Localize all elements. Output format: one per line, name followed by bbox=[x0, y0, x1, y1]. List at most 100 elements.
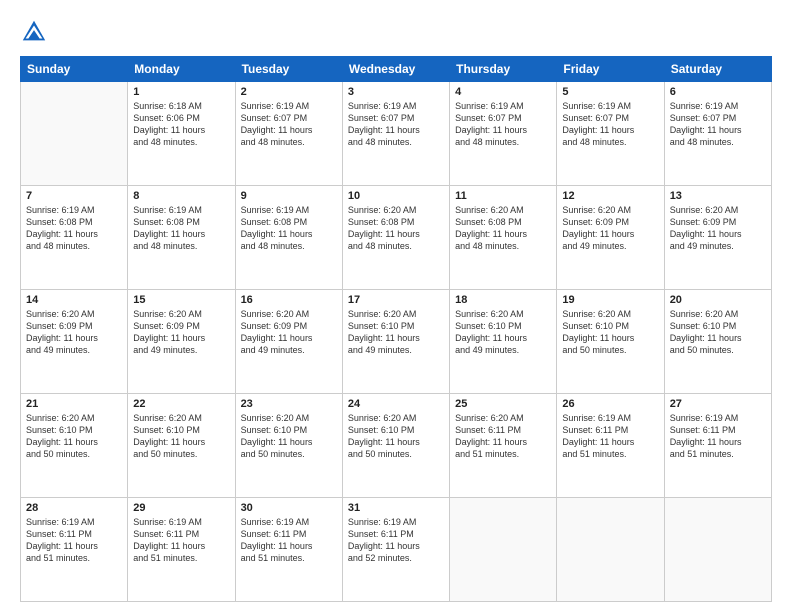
table-row: 26 Sunrise: 6:19 AMSunset: 6:11 PMDayligh… bbox=[557, 394, 664, 498]
col-wednesday: Wednesday bbox=[342, 57, 449, 82]
table-row: 5 Sunrise: 6:19 AMSunset: 6:07 PMDaylight… bbox=[557, 82, 664, 186]
day-info: Sunrise: 6:19 AMSunset: 6:08 PMDaylight:… bbox=[133, 204, 229, 253]
day-info: Sunrise: 6:20 AMSunset: 6:10 PMDaylight:… bbox=[348, 308, 444, 357]
table-row bbox=[450, 498, 557, 602]
day-info: Sunrise: 6:19 AMSunset: 6:08 PMDaylight:… bbox=[241, 204, 337, 253]
day-info: Sunrise: 6:20 AMSunset: 6:09 PMDaylight:… bbox=[26, 308, 122, 357]
day-number: 4 bbox=[455, 86, 551, 98]
day-number: 13 bbox=[670, 190, 766, 202]
day-number: 27 bbox=[670, 398, 766, 410]
day-number: 1 bbox=[133, 86, 229, 98]
table-row: 15 Sunrise: 6:20 AMSunset: 6:09 PMDayligh… bbox=[128, 290, 235, 394]
calendar-week-row: 28 Sunrise: 6:19 AMSunset: 6:11 PMDayligh… bbox=[21, 498, 772, 602]
table-row: 25 Sunrise: 6:20 AMSunset: 6:11 PMDayligh… bbox=[450, 394, 557, 498]
table-row: 14Sunrise: 6:20 AMSunset: 6:09 PMDayligh… bbox=[21, 290, 128, 394]
table-row: 31Sunrise: 6:19 AMSunset: 6:11 PMDayligh… bbox=[342, 498, 449, 602]
table-row: 10 Sunrise: 6:20 AMSunset: 6:08 PMDayligh… bbox=[342, 186, 449, 290]
day-number: 24 bbox=[348, 398, 444, 410]
table-row: 8 Sunrise: 6:19 AMSunset: 6:08 PMDaylight… bbox=[128, 186, 235, 290]
day-number: 8 bbox=[133, 190, 229, 202]
day-info: Sunrise: 6:19 AMSunset: 6:11 PMDaylight:… bbox=[133, 516, 229, 565]
table-row: 18Sunrise: 6:20 AMSunset: 6:10 PMDayligh… bbox=[450, 290, 557, 394]
table-row: 7 Sunrise: 6:19 AMSunset: 6:08 PMDaylight… bbox=[21, 186, 128, 290]
col-monday: Monday bbox=[128, 57, 235, 82]
day-info: Sunrise: 6:19 AMSunset: 6:07 PMDaylight:… bbox=[241, 100, 337, 149]
col-friday: Friday bbox=[557, 57, 664, 82]
col-thursday: Thursday bbox=[450, 57, 557, 82]
day-number: 30 bbox=[241, 502, 337, 514]
day-info: Sunrise: 6:20 AMSunset: 6:09 PMDaylight:… bbox=[133, 308, 229, 357]
table-row: 29 Sunrise: 6:19 AMSunset: 6:11 PMDayligh… bbox=[128, 498, 235, 602]
col-tuesday: Tuesday bbox=[235, 57, 342, 82]
table-row: 19Sunrise: 6:20 AMSunset: 6:10 PMDayligh… bbox=[557, 290, 664, 394]
table-row: 6Sunrise: 6:19 AMSunset: 6:07 PMDaylight… bbox=[664, 82, 771, 186]
day-info: Sunrise: 6:19 AMSunset: 6:07 PMDaylight:… bbox=[670, 100, 766, 149]
table-row: 17 Sunrise: 6:20 AMSunset: 6:10 PMDayligh… bbox=[342, 290, 449, 394]
table-row: 20Sunrise: 6:20 AMSunset: 6:10 PMDayligh… bbox=[664, 290, 771, 394]
table-row: 2 Sunrise: 6:19 AMSunset: 6:07 PMDaylight… bbox=[235, 82, 342, 186]
table-row: 11 Sunrise: 6:20 AMSunset: 6:08 PMDayligh… bbox=[450, 186, 557, 290]
calendar-header-row: Sunday Monday Tuesday Wednesday Thursday… bbox=[21, 57, 772, 82]
day-number: 9 bbox=[241, 190, 337, 202]
day-number: 29 bbox=[133, 502, 229, 514]
day-info: Sunrise: 6:20 AMSunset: 6:10 PMDaylight:… bbox=[455, 308, 551, 357]
table-row: 13 Sunrise: 6:20 AMSunset: 6:09 PMDayligh… bbox=[664, 186, 771, 290]
calendar-week-row: 7 Sunrise: 6:19 AMSunset: 6:08 PMDaylight… bbox=[21, 186, 772, 290]
day-number: 10 bbox=[348, 190, 444, 202]
day-number: 16 bbox=[241, 294, 337, 306]
table-row: 27 Sunrise: 6:19 AMSunset: 6:11 PMDayligh… bbox=[664, 394, 771, 498]
table-row: 12 Sunrise: 6:20 AMSunset: 6:09 PMDayligh… bbox=[557, 186, 664, 290]
day-info: Sunrise: 6:20 AMSunset: 6:10 PMDaylight:… bbox=[26, 412, 122, 461]
day-info: Sunrise: 6:19 AMSunset: 6:11 PMDaylight:… bbox=[348, 516, 444, 565]
day-info: Sunrise: 6:20 AMSunset: 6:09 PMDaylight:… bbox=[670, 204, 766, 253]
day-info: Sunrise: 6:19 AMSunset: 6:07 PMDaylight:… bbox=[455, 100, 551, 149]
table-row: 30Sunrise: 6:19 AMSunset: 6:11 PMDayligh… bbox=[235, 498, 342, 602]
logo-icon bbox=[20, 18, 48, 46]
calendar-week-row: 1 Sunrise: 6:18 AMSunset: 6:06 PMDaylight… bbox=[21, 82, 772, 186]
day-number: 12 bbox=[562, 190, 658, 202]
day-info: Sunrise: 6:19 AMSunset: 6:11 PMDaylight:… bbox=[670, 412, 766, 461]
table-row: 3Sunrise: 6:19 AMSunset: 6:07 PMDaylight… bbox=[342, 82, 449, 186]
table-row: 22 Sunrise: 6:20 AMSunset: 6:10 PMDayligh… bbox=[128, 394, 235, 498]
day-info: Sunrise: 6:19 AMSunset: 6:07 PMDaylight:… bbox=[562, 100, 658, 149]
day-number: 5 bbox=[562, 86, 658, 98]
day-info: Sunrise: 6:18 AMSunset: 6:06 PMDaylight:… bbox=[133, 100, 229, 149]
table-row: 9 Sunrise: 6:19 AMSunset: 6:08 PMDaylight… bbox=[235, 186, 342, 290]
day-number: 15 bbox=[133, 294, 229, 306]
table-row: 1 Sunrise: 6:18 AMSunset: 6:06 PMDaylight… bbox=[128, 82, 235, 186]
day-number: 25 bbox=[455, 398, 551, 410]
day-number: 11 bbox=[455, 190, 551, 202]
day-info: Sunrise: 6:20 AMSunset: 6:10 PMDaylight:… bbox=[348, 412, 444, 461]
day-info: Sunrise: 6:20 AMSunset: 6:11 PMDaylight:… bbox=[455, 412, 551, 461]
day-number: 26 bbox=[562, 398, 658, 410]
calendar-week-row: 14Sunrise: 6:20 AMSunset: 6:09 PMDayligh… bbox=[21, 290, 772, 394]
day-info: Sunrise: 6:20 AMSunset: 6:09 PMDaylight:… bbox=[562, 204, 658, 253]
day-info: Sunrise: 6:20 AMSunset: 6:10 PMDaylight:… bbox=[241, 412, 337, 461]
day-info: Sunrise: 6:19 AMSunset: 6:07 PMDaylight:… bbox=[348, 100, 444, 149]
table-row bbox=[557, 498, 664, 602]
table-row: 23Sunrise: 6:20 AMSunset: 6:10 PMDayligh… bbox=[235, 394, 342, 498]
page: Sunday Monday Tuesday Wednesday Thursday… bbox=[0, 0, 792, 612]
day-info: Sunrise: 6:20 AMSunset: 6:10 PMDaylight:… bbox=[562, 308, 658, 357]
table-row: 4 Sunrise: 6:19 AMSunset: 6:07 PMDaylight… bbox=[450, 82, 557, 186]
logo bbox=[20, 18, 52, 46]
day-info: Sunrise: 6:20 AMSunset: 6:09 PMDaylight:… bbox=[241, 308, 337, 357]
col-sunday: Sunday bbox=[21, 57, 128, 82]
day-number: 17 bbox=[348, 294, 444, 306]
day-number: 28 bbox=[26, 502, 122, 514]
day-info: Sunrise: 6:20 AMSunset: 6:08 PMDaylight:… bbox=[455, 204, 551, 253]
day-info: Sunrise: 6:20 AMSunset: 6:08 PMDaylight:… bbox=[348, 204, 444, 253]
table-row: 16 Sunrise: 6:20 AMSunset: 6:09 PMDayligh… bbox=[235, 290, 342, 394]
day-info: Sunrise: 6:19 AMSunset: 6:08 PMDaylight:… bbox=[26, 204, 122, 253]
day-number: 2 bbox=[241, 86, 337, 98]
day-number: 7 bbox=[26, 190, 122, 202]
table-row: 24 Sunrise: 6:20 AMSunset: 6:10 PMDayligh… bbox=[342, 394, 449, 498]
table-row bbox=[21, 82, 128, 186]
day-info: Sunrise: 6:19 AMSunset: 6:11 PMDaylight:… bbox=[26, 516, 122, 565]
day-number: 21 bbox=[26, 398, 122, 410]
day-info: Sunrise: 6:19 AMSunset: 6:11 PMDaylight:… bbox=[562, 412, 658, 461]
day-number: 22 bbox=[133, 398, 229, 410]
header bbox=[20, 18, 772, 46]
day-info: Sunrise: 6:20 AMSunset: 6:10 PMDaylight:… bbox=[133, 412, 229, 461]
table-row: 28 Sunrise: 6:19 AMSunset: 6:11 PMDayligh… bbox=[21, 498, 128, 602]
